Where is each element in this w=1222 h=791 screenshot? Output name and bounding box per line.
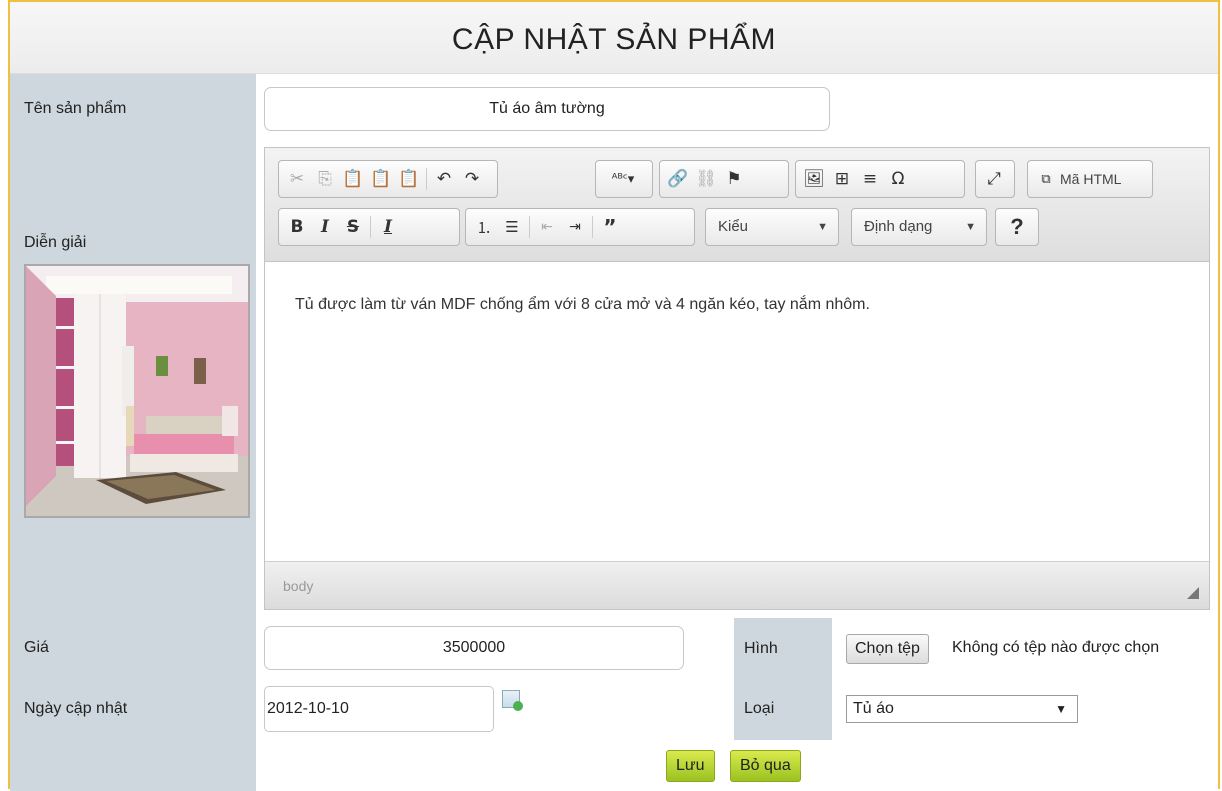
product-update-form: CẬP NHẬT SẢN PHẨM Tên sản phẩm Diễn giải (8, 0, 1220, 791)
file-status-text: Không có tệp nào được chọn (952, 639, 1160, 656)
dropdown-arrow-icon: ▼ (1055, 702, 1067, 716)
clipboard-group: ✂ ⎘ 📋 📋 📋 ↶ ↷ (278, 160, 498, 198)
page-title: CẬP NHẬT SẢN PHẨM (10, 2, 1218, 74)
maximize-icon[interactable]: ⤢ (980, 165, 1008, 193)
choose-file-button[interactable]: Chọn tệp (846, 634, 929, 664)
insert-group: 🖼 ⊞ ≡ Ω (795, 160, 965, 198)
category-selected-value: Tủ áo (853, 700, 894, 717)
maximize-group: ⤢ (975, 160, 1015, 198)
undo-icon[interactable]: ↶ (430, 165, 458, 193)
product-name-label: Tên sản phẩm (24, 100, 127, 117)
link-icon[interactable]: 🔗 (664, 165, 692, 193)
toolbar-separator (426, 168, 427, 190)
element-path[interactable]: body (283, 578, 313, 594)
help-icon: ? (1010, 214, 1024, 239)
toolbar-separator (529, 216, 530, 238)
description-label: Diễn giải (24, 234, 87, 251)
category-label: Loại (744, 700, 775, 717)
copy-icon[interactable]: ⎘ (311, 165, 339, 193)
price-label: Giá (24, 639, 49, 656)
rich-text-editor[interactable]: ✂ ⎘ 📋 📋 📋 ↶ ↷ ᴬᴮᶜ▾ 🔗 ⛓ ⚑ 🖼 ⊞ ≡ Ω ⤢ ⧉ Mã … (264, 147, 1210, 610)
product-image (24, 264, 250, 518)
bulleted-list-icon[interactable]: ☰ (498, 213, 526, 241)
outdent-icon[interactable]: ⇤ (533, 213, 561, 241)
remove-format-icon[interactable]: I (374, 213, 402, 241)
cut-icon[interactable]: ✂ (283, 165, 311, 193)
basic-style-group: B I S I (278, 208, 460, 246)
italic-icon[interactable]: I (311, 213, 339, 241)
format-combo[interactable]: Định dạng ▼ (851, 208, 987, 246)
chevron-down-icon: ▼ (965, 221, 976, 233)
update-date-label: Ngày cập nhật (24, 700, 128, 717)
unlink-icon[interactable]: ⛓ (692, 165, 720, 193)
paste-text-icon[interactable]: 📋 (367, 165, 395, 193)
image-icon[interactable]: 🖼 (800, 165, 828, 193)
editor-content[interactable]: Tủ được làm từ ván MDF chống ẩm với 8 cử… (265, 262, 1209, 562)
bold-icon[interactable]: B (283, 213, 311, 241)
blockquote-icon[interactable]: ” (596, 213, 624, 241)
price-input[interactable] (264, 626, 684, 670)
horizontal-line-icon[interactable]: ≡ (856, 165, 884, 193)
special-char-icon[interactable]: Ω (884, 165, 912, 193)
strike-icon[interactable]: S (339, 213, 367, 241)
cancel-button[interactable]: Bỏ qua (730, 750, 801, 782)
format-combo-label: Định dạng (864, 218, 933, 235)
category-select[interactable]: Tủ áo ▼ (846, 695, 1078, 723)
chevron-down-icon: ▼ (817, 221, 828, 233)
toolbar-separator (592, 216, 593, 238)
paste-icon[interactable]: 📋 (339, 165, 367, 193)
anchor-flag-icon[interactable]: ⚑ (720, 165, 748, 193)
editor-status-bar: body (265, 561, 1209, 609)
source-icon: ⧉ (1041, 171, 1051, 187)
indent-icon[interactable]: ⇥ (561, 213, 589, 241)
help-button[interactable]: ? (995, 208, 1039, 246)
spellcheck-icon[interactable]: ᴬᴮᶜ▾ (600, 165, 646, 193)
styles-combo-label: Kiểu (718, 218, 749, 235)
editor-content-text: Tủ được làm từ ván MDF chống ẩm với 8 cử… (295, 296, 870, 313)
redo-icon[interactable]: ↷ (458, 165, 486, 193)
styles-combo[interactable]: Kiểu ▼ (705, 208, 839, 246)
calendar-icon[interactable] (502, 690, 523, 711)
paste-word-icon[interactable]: 📋 (395, 165, 423, 193)
list-group: ⒈ ☰ ⇤ ⇥ ” (465, 208, 695, 246)
product-name-input[interactable] (264, 87, 830, 131)
numbered-list-icon[interactable]: ⒈ (470, 213, 498, 241)
link-group: 🔗 ⛓ ⚑ (659, 160, 789, 198)
image-label: Hình (744, 640, 778, 657)
spellcheck-group: ᴬᴮᶜ▾ (595, 160, 653, 198)
update-date-input[interactable] (264, 686, 494, 732)
source-label: Mã HTML (1060, 171, 1122, 187)
mid-label-column (734, 618, 832, 740)
editor-toolbar: ✂ ⎘ 📋 📋 📋 ↶ ↷ ᴬᴮᶜ▾ 🔗 ⛓ ⚑ 🖼 ⊞ ≡ Ω ⤢ ⧉ Mã … (265, 148, 1209, 262)
table-icon[interactable]: ⊞ (828, 165, 856, 193)
save-button[interactable]: Lưu (666, 750, 715, 782)
source-button[interactable]: ⧉ Mã HTML (1027, 160, 1153, 198)
resize-handle-icon[interactable] (1187, 587, 1199, 599)
toolbar-separator (370, 216, 371, 238)
